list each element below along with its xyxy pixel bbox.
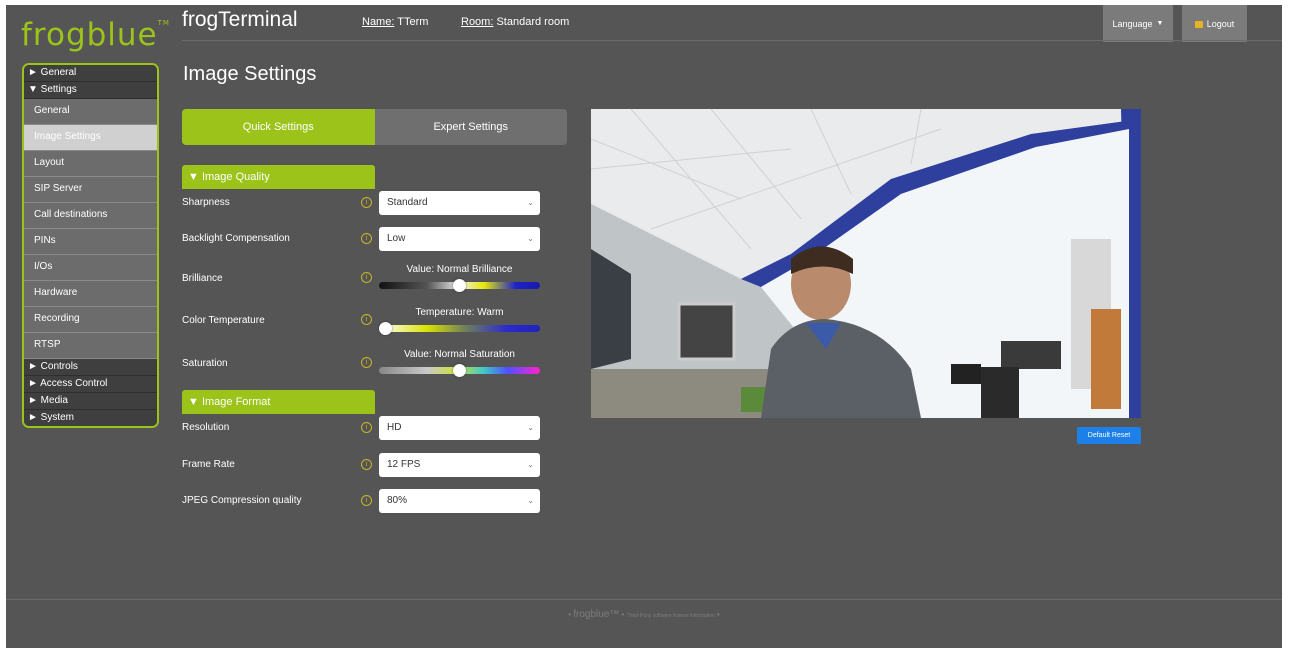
- chevron-down-icon: ⌄: [527, 496, 534, 505]
- caret-down-icon: ▼: [1156, 20, 1164, 27]
- device-room: Room: Standard room: [461, 16, 570, 28]
- frame-rate-select[interactable]: 12 FPS ⌄: [379, 453, 540, 477]
- resolution-info-icon[interactable]: i: [361, 422, 372, 433]
- jpeg-quality-info-icon[interactable]: i: [361, 495, 372, 506]
- color-temperature-caption: Temperature: Warm: [415, 307, 504, 318]
- tab-quick-settings[interactable]: Quick Settings: [182, 109, 375, 145]
- color-temperature-slider[interactable]: [379, 322, 540, 335]
- brilliance-slider-thumb[interactable]: [453, 279, 466, 292]
- sidebar-item-call-destinations[interactable]: Call destinations: [24, 203, 157, 229]
- resolution-label: Resolution: [182, 422, 230, 433]
- tab-expert-settings[interactable]: Expert Settings: [374, 109, 567, 145]
- camera-preview-image: [591, 109, 1141, 418]
- brilliance-slider[interactable]: [379, 279, 540, 292]
- footer-license-link[interactable]: Third-Party software license information: [627, 613, 715, 619]
- sidebar-group-general[interactable]: ► General: [24, 65, 157, 82]
- sharpness-select[interactable]: Standard ⌄: [379, 191, 540, 215]
- default-reset-button[interactable]: Default Reset: [1077, 427, 1141, 444]
- backlight-info-icon[interactable]: i: [361, 233, 372, 244]
- logout-button[interactable]: Logout: [1182, 5, 1247, 42]
- chevron-down-icon: ⌄: [527, 198, 534, 207]
- sidebar-item-hardware[interactable]: Hardware: [24, 281, 157, 307]
- saturation-label: Saturation: [182, 358, 228, 369]
- backlight-label: Backlight Compensation: [182, 233, 290, 244]
- resolution-select[interactable]: HD ⌄: [379, 416, 540, 440]
- saturation-caption: Value: Normal Saturation: [404, 349, 515, 360]
- sidebar-item-image-settings[interactable]: Image Settings: [24, 125, 157, 151]
- footer-divider: [6, 599, 1282, 600]
- header-divider: [182, 40, 1282, 41]
- language-dropdown[interactable]: Language ▼: [1103, 5, 1173, 42]
- app-title: frogTerminal: [182, 8, 298, 31]
- section-image-quality[interactable]: ▼ Image Quality: [182, 165, 375, 189]
- frame-rate-label: Frame Rate: [182, 459, 235, 470]
- brilliance-label: Brilliance: [182, 273, 223, 284]
- brilliance-info-icon[interactable]: i: [361, 272, 372, 283]
- sidebar-item-ios[interactable]: I/Os: [24, 255, 157, 281]
- sidebar-group-media[interactable]: ► Media: [24, 393, 157, 410]
- section-image-format[interactable]: ▼ Image Format: [182, 390, 375, 414]
- footer-brand: frogblue™: [573, 609, 620, 620]
- color-temperature-label: Color Temperature: [182, 315, 265, 326]
- chevron-down-icon: ⌄: [527, 460, 534, 469]
- settings-tabs: Quick Settings Expert Settings: [182, 109, 567, 145]
- page-title: Image Settings: [183, 63, 317, 85]
- frame-rate-info-icon[interactable]: i: [361, 459, 372, 470]
- sidebar-item-rtsp[interactable]: RTSP: [24, 333, 157, 359]
- sidebar-nav: ► General ▼ Settings General Image Setti…: [22, 63, 159, 428]
- backlight-select[interactable]: Low ⌄: [379, 227, 540, 251]
- app-frame: frogblueTM frogTerminal Name: TTerm Room…: [6, 5, 1282, 648]
- frogblue-logo: frogblueTM: [21, 17, 170, 53]
- sidebar-item-pins[interactable]: PINs: [24, 229, 157, 255]
- sidebar-group-settings[interactable]: ▼ Settings: [24, 82, 157, 99]
- color-temperature-slider-thumb[interactable]: [379, 322, 392, 335]
- sharpness-label: Sharpness: [182, 197, 230, 208]
- jpeg-quality-label: JPEG Compression quality: [182, 495, 302, 506]
- saturation-info-icon[interactable]: i: [361, 357, 372, 368]
- device-name: Name: TTerm: [362, 16, 429, 28]
- sidebar-item-layout[interactable]: Layout: [24, 151, 157, 177]
- color-temperature-info-icon[interactable]: i: [361, 314, 372, 325]
- sidebar-group-controls[interactable]: ► Controls: [24, 359, 157, 376]
- chevron-down-icon: ⌄: [527, 423, 534, 432]
- sharpness-info-icon[interactable]: i: [361, 197, 372, 208]
- footer: • frogblue™ • Third-Party software licen…: [568, 609, 720, 620]
- jpeg-quality-select[interactable]: 80% ⌄: [379, 489, 540, 513]
- lock-icon: [1194, 21, 1203, 28]
- chevron-down-icon: ⌄: [527, 234, 534, 243]
- saturation-slider[interactable]: [379, 364, 540, 377]
- saturation-slider-thumb[interactable]: [453, 364, 466, 377]
- camera-preview: [591, 109, 1141, 418]
- brilliance-caption: Value: Normal Brilliance: [406, 264, 513, 275]
- sidebar-group-system[interactable]: ► System: [24, 410, 157, 426]
- sidebar-item-general[interactable]: General: [24, 99, 157, 125]
- sidebar-group-access-control[interactable]: ► Access Control: [24, 376, 157, 393]
- sidebar-item-sip-server[interactable]: SIP Server: [24, 177, 157, 203]
- sidebar-item-recording[interactable]: Recording: [24, 307, 157, 333]
